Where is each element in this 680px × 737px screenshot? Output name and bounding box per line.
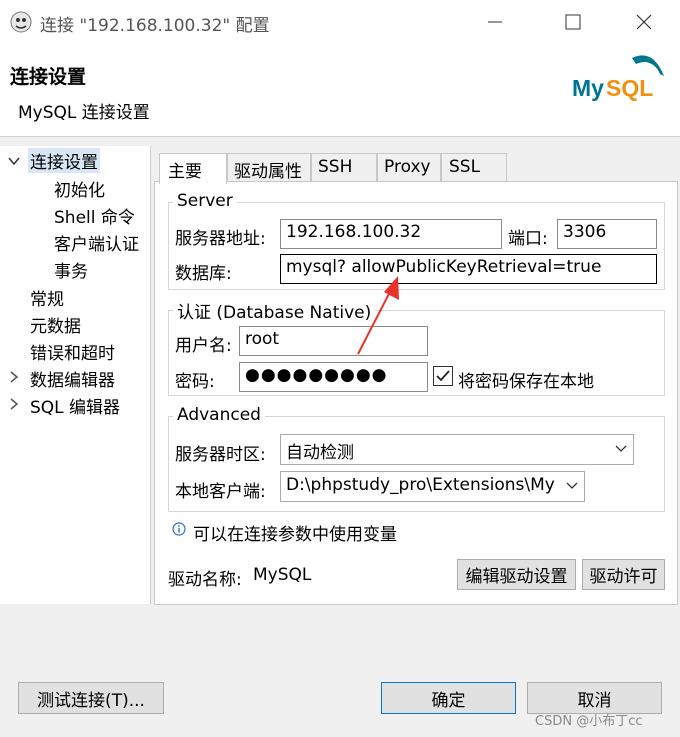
chevron-right-icon[interactable] (8, 398, 20, 410)
nav-item-data-editor[interactable]: 数据编辑器 (30, 366, 115, 391)
settings-nav: 连接设置 初始化 Shell 命令 客户端认证 事务 常规 元数据 错误和超时 … (0, 146, 151, 604)
nav-item-transactions[interactable]: 事务 (54, 257, 88, 282)
local-client-value: D:\phpstudy_pro\Extensions\My (286, 475, 555, 495)
save-password-label[interactable]: 将密码保存在本地 (458, 367, 594, 392)
server-group-title: Server (173, 191, 237, 211)
local-client-select[interactable]: D:\phpstudy_pro\Extensions\My (280, 471, 585, 502)
minimize-button[interactable] (475, 6, 515, 38)
svg-text:My: My (572, 75, 604, 101)
chevron-right-icon[interactable] (8, 371, 20, 383)
annotation-arrow (357, 276, 399, 355)
nav-item-general[interactable]: 常规 (30, 285, 64, 310)
maximize-icon (565, 14, 581, 30)
timezone-value: 自动检测 (286, 443, 354, 463)
nav-item-errors-timeouts[interactable]: 错误和超时 (30, 339, 115, 364)
window-title: 连接 "192.168.100.32" 配置 (40, 16, 270, 36)
timezone-select[interactable]: 自动检测 (280, 434, 634, 465)
tab-ssh[interactable]: SSH (311, 153, 377, 182)
variables-hint: 可以在连接参数中使用变量 (193, 525, 397, 545)
driver-name-value: MySQL (253, 565, 312, 585)
svg-text:SQL: SQL (606, 75, 653, 101)
database-input[interactable]: mysql? allowPublicKeyRetrieval=true (280, 254, 657, 284)
chevron-down-icon (566, 482, 578, 490)
driver-license-button[interactable]: 驱动许可 (582, 559, 665, 590)
driver-name-label: 驱动名称: (168, 570, 242, 590)
port-label: 端口: (508, 229, 548, 249)
tab-main[interactable]: 主要 (159, 153, 227, 184)
nav-item-init[interactable]: 初始化 (54, 176, 105, 201)
database-label: 数据库: (175, 264, 232, 284)
info-icon (172, 522, 186, 536)
edit-driver-button[interactable]: 编辑驱动设置 (457, 559, 576, 590)
ok-button[interactable]: 确定 (381, 682, 516, 714)
local-client-label: 本地客户端: (175, 482, 266, 502)
advanced-group-title: Advanced (173, 405, 265, 425)
maximize-button[interactable] (553, 6, 593, 38)
port-input[interactable]: 3306 (557, 219, 657, 249)
header-subtitle: MySQL 连接设置 (18, 103, 150, 123)
host-input[interactable]: 192.168.100.32 (280, 219, 502, 249)
host-label: 服务器地址: (175, 229, 266, 249)
username-label: 用户名: (175, 336, 232, 356)
password-input[interactable]: ●●●●●●●●● (239, 362, 428, 392)
close-button[interactable] (624, 6, 664, 38)
password-label: 密码: (175, 372, 215, 392)
app-icon (10, 11, 32, 33)
nav-item-client-auth[interactable]: 客户端认证 (54, 230, 139, 255)
tab-driver-properties[interactable]: 驱动属性 (227, 153, 311, 182)
watermark: CSDN @小布丁cc (535, 714, 643, 729)
nav-item-sql-editor[interactable]: SQL 编辑器 (30, 393, 120, 418)
save-password-checkbox[interactable] (433, 366, 453, 386)
nav-item-metadata[interactable]: 元数据 (30, 312, 81, 337)
minimize-icon (488, 21, 502, 23)
checkmark-icon (436, 370, 450, 382)
chevron-down-icon[interactable] (8, 155, 20, 167)
nav-item-shell-commands[interactable]: Shell 命令 (54, 203, 135, 228)
test-connection-button[interactable]: 测试连接(T)... (18, 682, 164, 714)
close-icon (636, 14, 652, 30)
timezone-label: 服务器时区: (175, 445, 266, 465)
chevron-down-icon (615, 445, 627, 452)
header-title: 连接设置 (10, 66, 87, 88)
tab-proxy[interactable]: Proxy (377, 153, 441, 182)
mysql-logo: My SQL (572, 55, 664, 101)
nav-item-connection-settings[interactable]: 连接设置 (28, 148, 100, 173)
tab-ssl[interactable]: SSL (441, 153, 507, 182)
